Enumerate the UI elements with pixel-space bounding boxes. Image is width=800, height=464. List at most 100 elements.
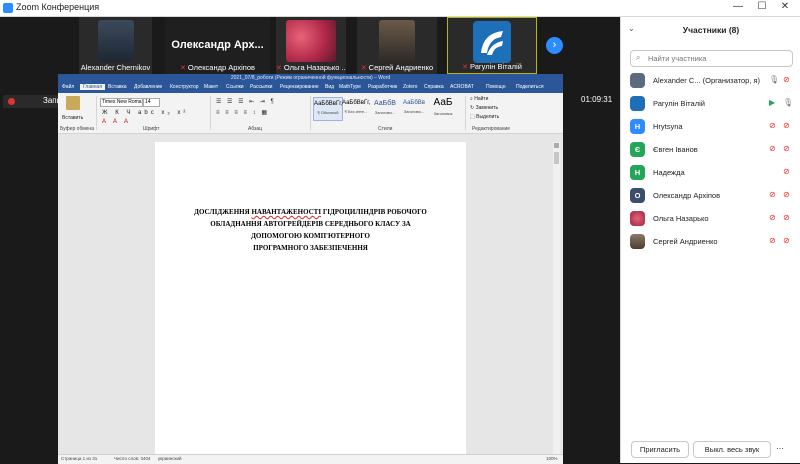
participant-name: Рагулін Віталій [653, 99, 705, 108]
video-off-icon[interactable]: ⊘ [783, 144, 790, 153]
video-tile-active-speaker[interactable]: ✕ Рагулін Віталій [447, 17, 537, 74]
style-heading-2[interactable]: АаБбВв Заголово... [400, 97, 428, 119]
paste-icon[interactable] [66, 96, 80, 110]
font-name-select[interactable]: Times New Roma [100, 98, 143, 107]
ribbon-separator [210, 96, 211, 130]
participant-row[interactable]: Є Євген Іванов ⊘ ⊘ [621, 138, 800, 161]
participant-row[interactable]: H Надежда ⊘ [621, 161, 800, 184]
style-normal[interactable]: АаБбВвГг, ¶ Обычный [313, 97, 343, 121]
tab-mathtype[interactable]: MathType [339, 84, 361, 90]
font-size-select[interactable]: 14 [143, 98, 160, 107]
tab-references[interactable]: Ссылки [226, 84, 244, 90]
page-count[interactable]: Страница 1 из 31 [61, 456, 97, 461]
replace-button[interactable]: ↻ Заменить [470, 105, 498, 111]
language[interactable]: украинский [158, 456, 181, 461]
participants-panel: ⌄ Участники (8) ⌕ Alexander C... (Органи… [620, 17, 800, 463]
participant-row[interactable]: H Hrytsyna ⊘ ⊘ [621, 115, 800, 138]
invite-button[interactable]: Пригласить [631, 441, 689, 458]
mute-all-button[interactable]: Выкл. весь звук [693, 441, 771, 458]
tab-acrobat[interactable]: ACROBAT [450, 84, 474, 90]
tab-insert[interactable]: Вставка [108, 84, 127, 90]
minimize-button[interactable]: — [728, 1, 748, 12]
tab-help[interactable]: Справка [424, 84, 444, 90]
participant-search-input[interactable] [648, 53, 786, 64]
style-heading-1[interactable]: АаБбВ Заголово... [371, 97, 399, 119]
participant-avatar-image [379, 20, 415, 62]
tab-share[interactable]: Поделиться [516, 84, 544, 90]
maximize-button[interactable]: ☐ [752, 1, 772, 12]
font-color-icons[interactable]: A A A [102, 119, 131, 125]
video-tile[interactable]: ✕ Ольга Назарько ... [276, 17, 346, 74]
participant-row[interactable]: Ольга Назарько ⊘ ⊘ [621, 207, 800, 230]
find-button[interactable]: ⌕ Найти [470, 96, 488, 102]
tab-mailings[interactable]: Рассылки [250, 84, 272, 90]
tab-layout[interactable]: Макет [204, 84, 218, 90]
video-tile-name: Alexander Chernikov [80, 63, 151, 72]
video-on-icon[interactable]: ▶ [769, 98, 775, 107]
tab-view[interactable]: Вид [325, 84, 334, 90]
participant-search[interactable]: ⌕ [630, 50, 793, 67]
mic-muted-icon[interactable]: ⊘ [769, 121, 776, 130]
video-off-icon[interactable]: ⊘ [783, 190, 790, 199]
select-button[interactable]: ⬚ Выделить [470, 114, 499, 120]
video-tile[interactable]: Alexander Chernikov [79, 17, 152, 74]
shared-word-window: 2021_07/8_роботи (Режим ограниченной фун… [58, 74, 563, 464]
avatar [630, 234, 645, 249]
group-clipboard: Буфер обмена [60, 126, 94, 132]
participant-row[interactable]: Сергей Андриенко ⊘ ⊘ [621, 230, 800, 253]
video-tile-name: ✕ Сергей Андриенко [360, 63, 434, 72]
document-page[interactable]: ДОСЛІДЖЕННЯ НАВАНТАЖЕНОСТІ ГІДРОЦИЛІНДРІ… [155, 142, 466, 463]
video-tile[interactable]: Олександр Арх... ✕ Олександр Архіпов [165, 17, 270, 74]
zoom-level[interactable]: 100% [546, 456, 558, 461]
mic-muted-icon[interactable]: ⊘ [769, 236, 776, 245]
participant-row[interactable]: Alexander C... (Организатор, я) 🎙 ⊘ [621, 69, 800, 92]
video-off-icon[interactable]: ⊘ [783, 213, 790, 222]
zoom-logo-icon [3, 3, 13, 13]
tab-file[interactable]: Файл [62, 84, 74, 90]
video-off-icon[interactable]: ⊘ [783, 121, 790, 130]
participant-row[interactable]: Рагулін Віталій ▶ 🎙 [621, 92, 800, 115]
scroll-thumb[interactable] [554, 152, 559, 164]
word-count[interactable]: Число слов: 3404 [114, 456, 151, 461]
style-name: Заголово... [374, 110, 396, 115]
scroll-up-icon[interactable] [554, 143, 559, 148]
style-title[interactable]: АаБ Заголовок [429, 97, 457, 119]
vertical-scrollbar[interactable] [553, 142, 560, 454]
tab-developer[interactable]: Разработчик [368, 84, 397, 90]
video-tile-name: ✕ Рагулін Віталій [462, 62, 522, 71]
video-tile[interactable]: ✕ Сергей Андриенко [357, 17, 437, 74]
avatar [630, 211, 645, 226]
tab-zotero[interactable]: Zotero [403, 84, 417, 90]
close-button[interactable]: ✕ [775, 1, 795, 12]
paragraph-align-icons[interactable]: ≡ ≡ ≡ ≡ ↕ ▦ [216, 109, 269, 116]
avatar: H [630, 165, 645, 180]
paste-button[interactable]: Вставить [62, 115, 83, 121]
tab-add[interactable]: Добавление [134, 84, 162, 90]
mic-muted-icon[interactable]: ⊘ [783, 167, 790, 176]
mic-muted-icon[interactable]: ⊘ [769, 144, 776, 153]
tab-home[interactable]: Главная [80, 84, 106, 90]
participant-name: Євген Іванов [653, 145, 698, 154]
video-off-icon[interactable]: ⊘ [783, 236, 790, 245]
avatar [630, 96, 645, 111]
group-styles: Стили [378, 126, 393, 132]
participant-name: Сергей Андриенко [653, 237, 718, 246]
video-off-icon[interactable]: ⊘ [783, 75, 790, 84]
mic-muted-icon[interactable]: ⊘ [769, 190, 776, 199]
style-no-spacing[interactable]: АаБбВвГг, ¶ Без инте... [342, 97, 370, 119]
video-tile-big-name: Олександр Арх... [171, 39, 264, 51]
more-options-button[interactable]: ... [773, 441, 787, 456]
tab-review[interactable]: Рецензирование [280, 84, 319, 90]
paragraph-list-icons[interactable]: ☰ ☰ ☰ ⇤ ⇥ ¶ [216, 98, 276, 105]
tab-design[interactable]: Конструктор [170, 84, 199, 90]
next-page-icon[interactable]: › [546, 37, 563, 54]
participant-name: Ольга Назарько [653, 214, 709, 223]
mic-on-icon[interactable]: 🎙 [769, 75, 779, 84]
participant-row[interactable]: О Олександр Архіпов ⊘ ⊘ [621, 184, 800, 207]
tab-assist[interactable]: Помощн [486, 84, 505, 90]
font-format-icons[interactable]: Ж К Ч abc x₂ x² [102, 110, 188, 116]
video-tile-name: ✕ Олександр Архіпов [180, 63, 255, 72]
participant-name: Олександр Архіпов [653, 191, 721, 200]
mic-on-icon[interactable]: 🎙 [783, 98, 793, 107]
mic-muted-icon[interactable]: ⊘ [769, 213, 776, 222]
